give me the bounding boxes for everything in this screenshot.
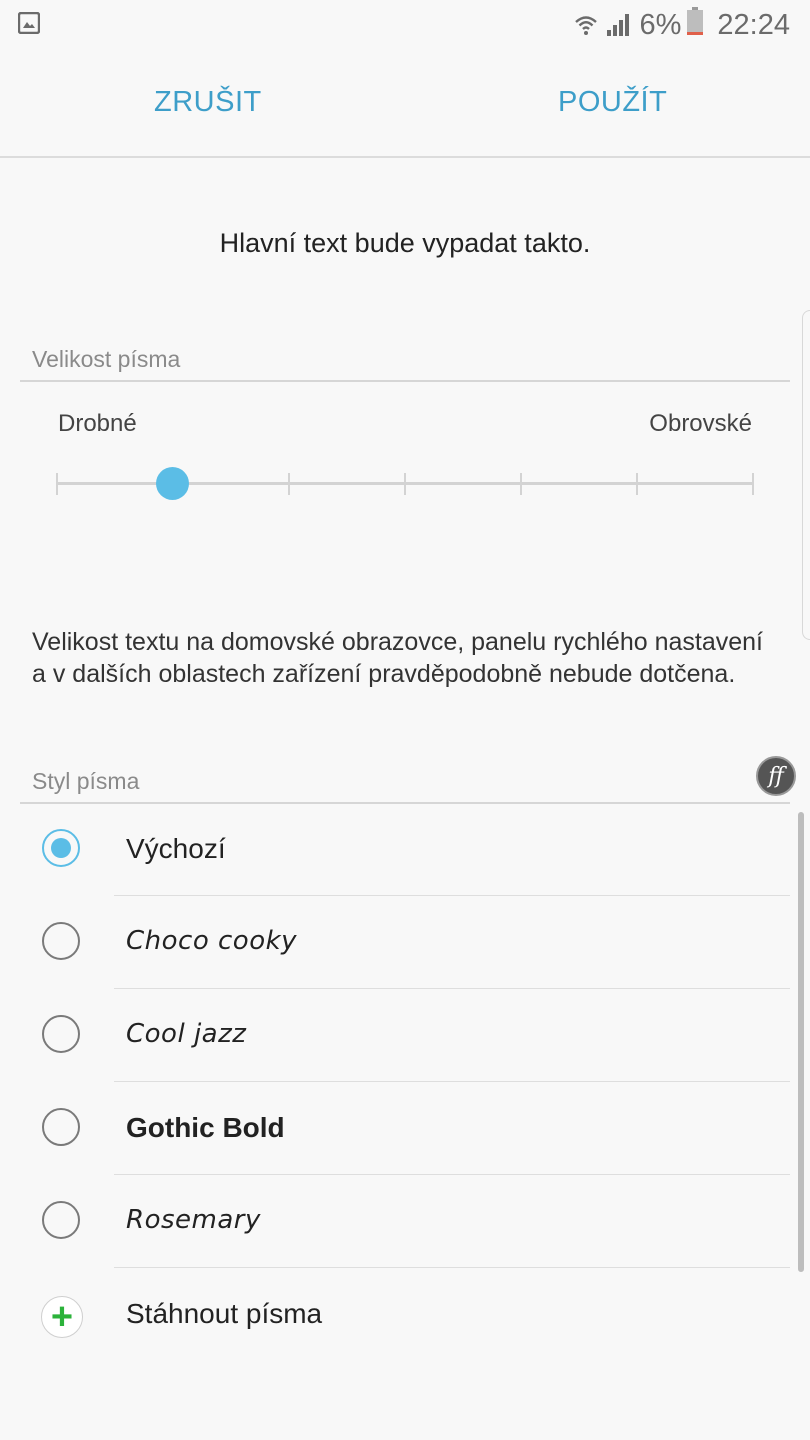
font-option-gothic-bold[interactable]: Gothic Bold — [0, 1082, 810, 1175]
battery-percent: 6% — [639, 8, 682, 41]
font-style-header: Styl písma ff — [20, 756, 796, 804]
clock: 22:24 — [717, 8, 790, 41]
scroll-edge-indicator — [802, 310, 810, 640]
slider-max-label: Obrovské — [649, 410, 752, 437]
font-option-default[interactable]: Výchozí — [0, 803, 810, 896]
radio-button[interactable] — [42, 922, 80, 960]
cancel-button[interactable]: ZRUŠIT — [154, 86, 262, 119]
font-option-label: Cool jazz — [126, 1019, 247, 1049]
status-bar: 6% 22:24 — [0, 0, 810, 50]
download-fonts-item[interactable]: + Stáhnout písma — [0, 1268, 810, 1361]
info-text: Velikost textu na domovské obrazovce, pa… — [32, 628, 763, 688]
font-size-header-label: Velikost písma — [32, 346, 181, 372]
font-size-header: Velikost písma — [20, 340, 790, 382]
radio-button[interactable] — [42, 829, 80, 867]
add-icon[interactable]: + — [41, 1296, 83, 1338]
font-option-rosemary[interactable]: Rosemary — [0, 1175, 810, 1268]
font-option-label: Rosemary — [126, 1205, 261, 1235]
battery-icon — [687, 7, 704, 43]
font-option-cool-jazz[interactable]: Cool jazz — [0, 989, 810, 1082]
slider-min-label: Drobné — [58, 410, 137, 437]
font-size-slider[interactable] — [56, 467, 754, 500]
action-bar: ZRUŠIT POUŽÍT — [0, 50, 810, 158]
font-style-header-label: Styl písma — [32, 768, 140, 794]
radio-button[interactable] — [42, 1015, 80, 1053]
download-fonts-label: Stáhnout písma — [126, 1298, 323, 1329]
gallery-icon — [18, 12, 40, 34]
apply-button[interactable]: POUŽÍT — [558, 86, 667, 119]
font-option-label: Choco cooky — [126, 926, 298, 956]
slider-tick — [56, 473, 58, 495]
status-indicators: 6% 22:24 — [574, 6, 790, 44]
scrollbar[interactable] — [798, 812, 804, 1272]
signal-icon — [606, 13, 632, 37]
font-option-label: Výchozí — [126, 833, 226, 864]
slider-tick — [752, 473, 754, 495]
slider-tick — [520, 473, 522, 495]
font-option-choco-cooky[interactable]: Choco cooky — [0, 896, 810, 989]
wifi-icon — [574, 13, 598, 37]
slider-thumb[interactable] — [156, 467, 189, 500]
font-option-label: Gothic Bold — [126, 1112, 285, 1143]
slider-tick — [636, 473, 638, 495]
radio-button[interactable] — [42, 1201, 80, 1239]
ff-icon[interactable]: ff — [756, 756, 796, 796]
slider-tick — [404, 473, 406, 495]
slider-tick — [288, 473, 290, 495]
radio-button[interactable] — [42, 1108, 80, 1146]
preview-text: Hlavní text bude vypadat takto. — [219, 228, 591, 258]
font-list: Výchozí Choco cooky Cool jazz Gothic Bol… — [0, 803, 810, 1361]
